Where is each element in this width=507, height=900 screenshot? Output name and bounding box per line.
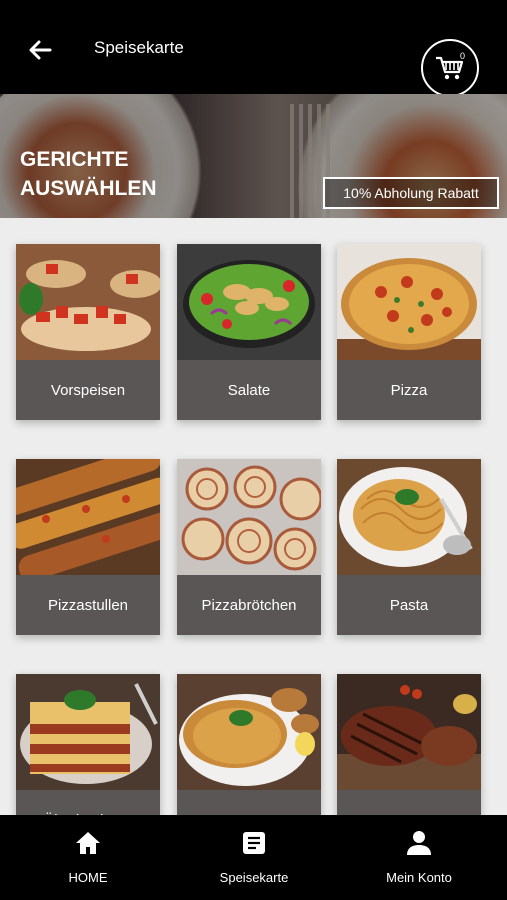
- nav-speisekarte[interactable]: Speisekarte: [204, 815, 304, 900]
- nav-label: Speisekarte: [219, 870, 289, 885]
- category-label: Pizza: [337, 360, 481, 420]
- category-label: Pasta: [337, 575, 481, 635]
- bottom-navigation: HOME Speisekarte Mein Konto: [0, 815, 507, 900]
- page-title: Speisekarte: [94, 38, 184, 57]
- category-label: Salate: [177, 360, 321, 420]
- cart-count-badge: 0: [459, 51, 465, 61]
- category-card-pizzabroetchen[interactable]: Pizzabrötchen: [177, 459, 321, 635]
- steak-image: [337, 674, 481, 790]
- back-arrow-icon[interactable]: [24, 34, 56, 66]
- category-label: Pizzastullen: [16, 575, 160, 635]
- lasagne-image: [16, 674, 160, 790]
- home-icon: [76, 832, 100, 854]
- category-label: Pizzabrötchen: [177, 575, 321, 635]
- pizzabroetchen-image: [177, 459, 321, 575]
- nav-label: HOME: [68, 870, 108, 885]
- category-label: Vorspeisen: [16, 360, 160, 420]
- schnitzel-image: [177, 674, 321, 790]
- hero-heading: GERICHTE AUSWÄHLEN: [20, 148, 157, 200]
- pizza-image: [337, 244, 481, 360]
- bruschetta-image: [16, 244, 160, 360]
- category-card-pasta[interactable]: Pasta: [337, 459, 481, 635]
- app-header: Speisekarte 0: [0, 0, 507, 97]
- nav-home[interactable]: HOME: [48, 815, 128, 900]
- pasta-image: [337, 459, 481, 575]
- category-card-pizza[interactable]: Pizza: [337, 244, 481, 420]
- category-card-vorspeisen[interactable]: Vorspeisen: [16, 244, 160, 420]
- discount-badge: 10% Abholung Rabatt: [323, 177, 499, 209]
- category-card-pizzastullen[interactable]: Pizzastullen: [16, 459, 160, 635]
- salad-image: [177, 244, 321, 360]
- cart-button[interactable]: 0: [421, 39, 479, 97]
- category-card-salate[interactable]: Salate: [177, 244, 321, 420]
- pizzastullen-image: [16, 459, 160, 575]
- nav-label: Mein Konto: [386, 870, 452, 885]
- nav-mein-konto[interactable]: Mein Konto: [369, 815, 469, 900]
- menu-list-icon: [243, 832, 265, 854]
- person-icon: [407, 831, 431, 855]
